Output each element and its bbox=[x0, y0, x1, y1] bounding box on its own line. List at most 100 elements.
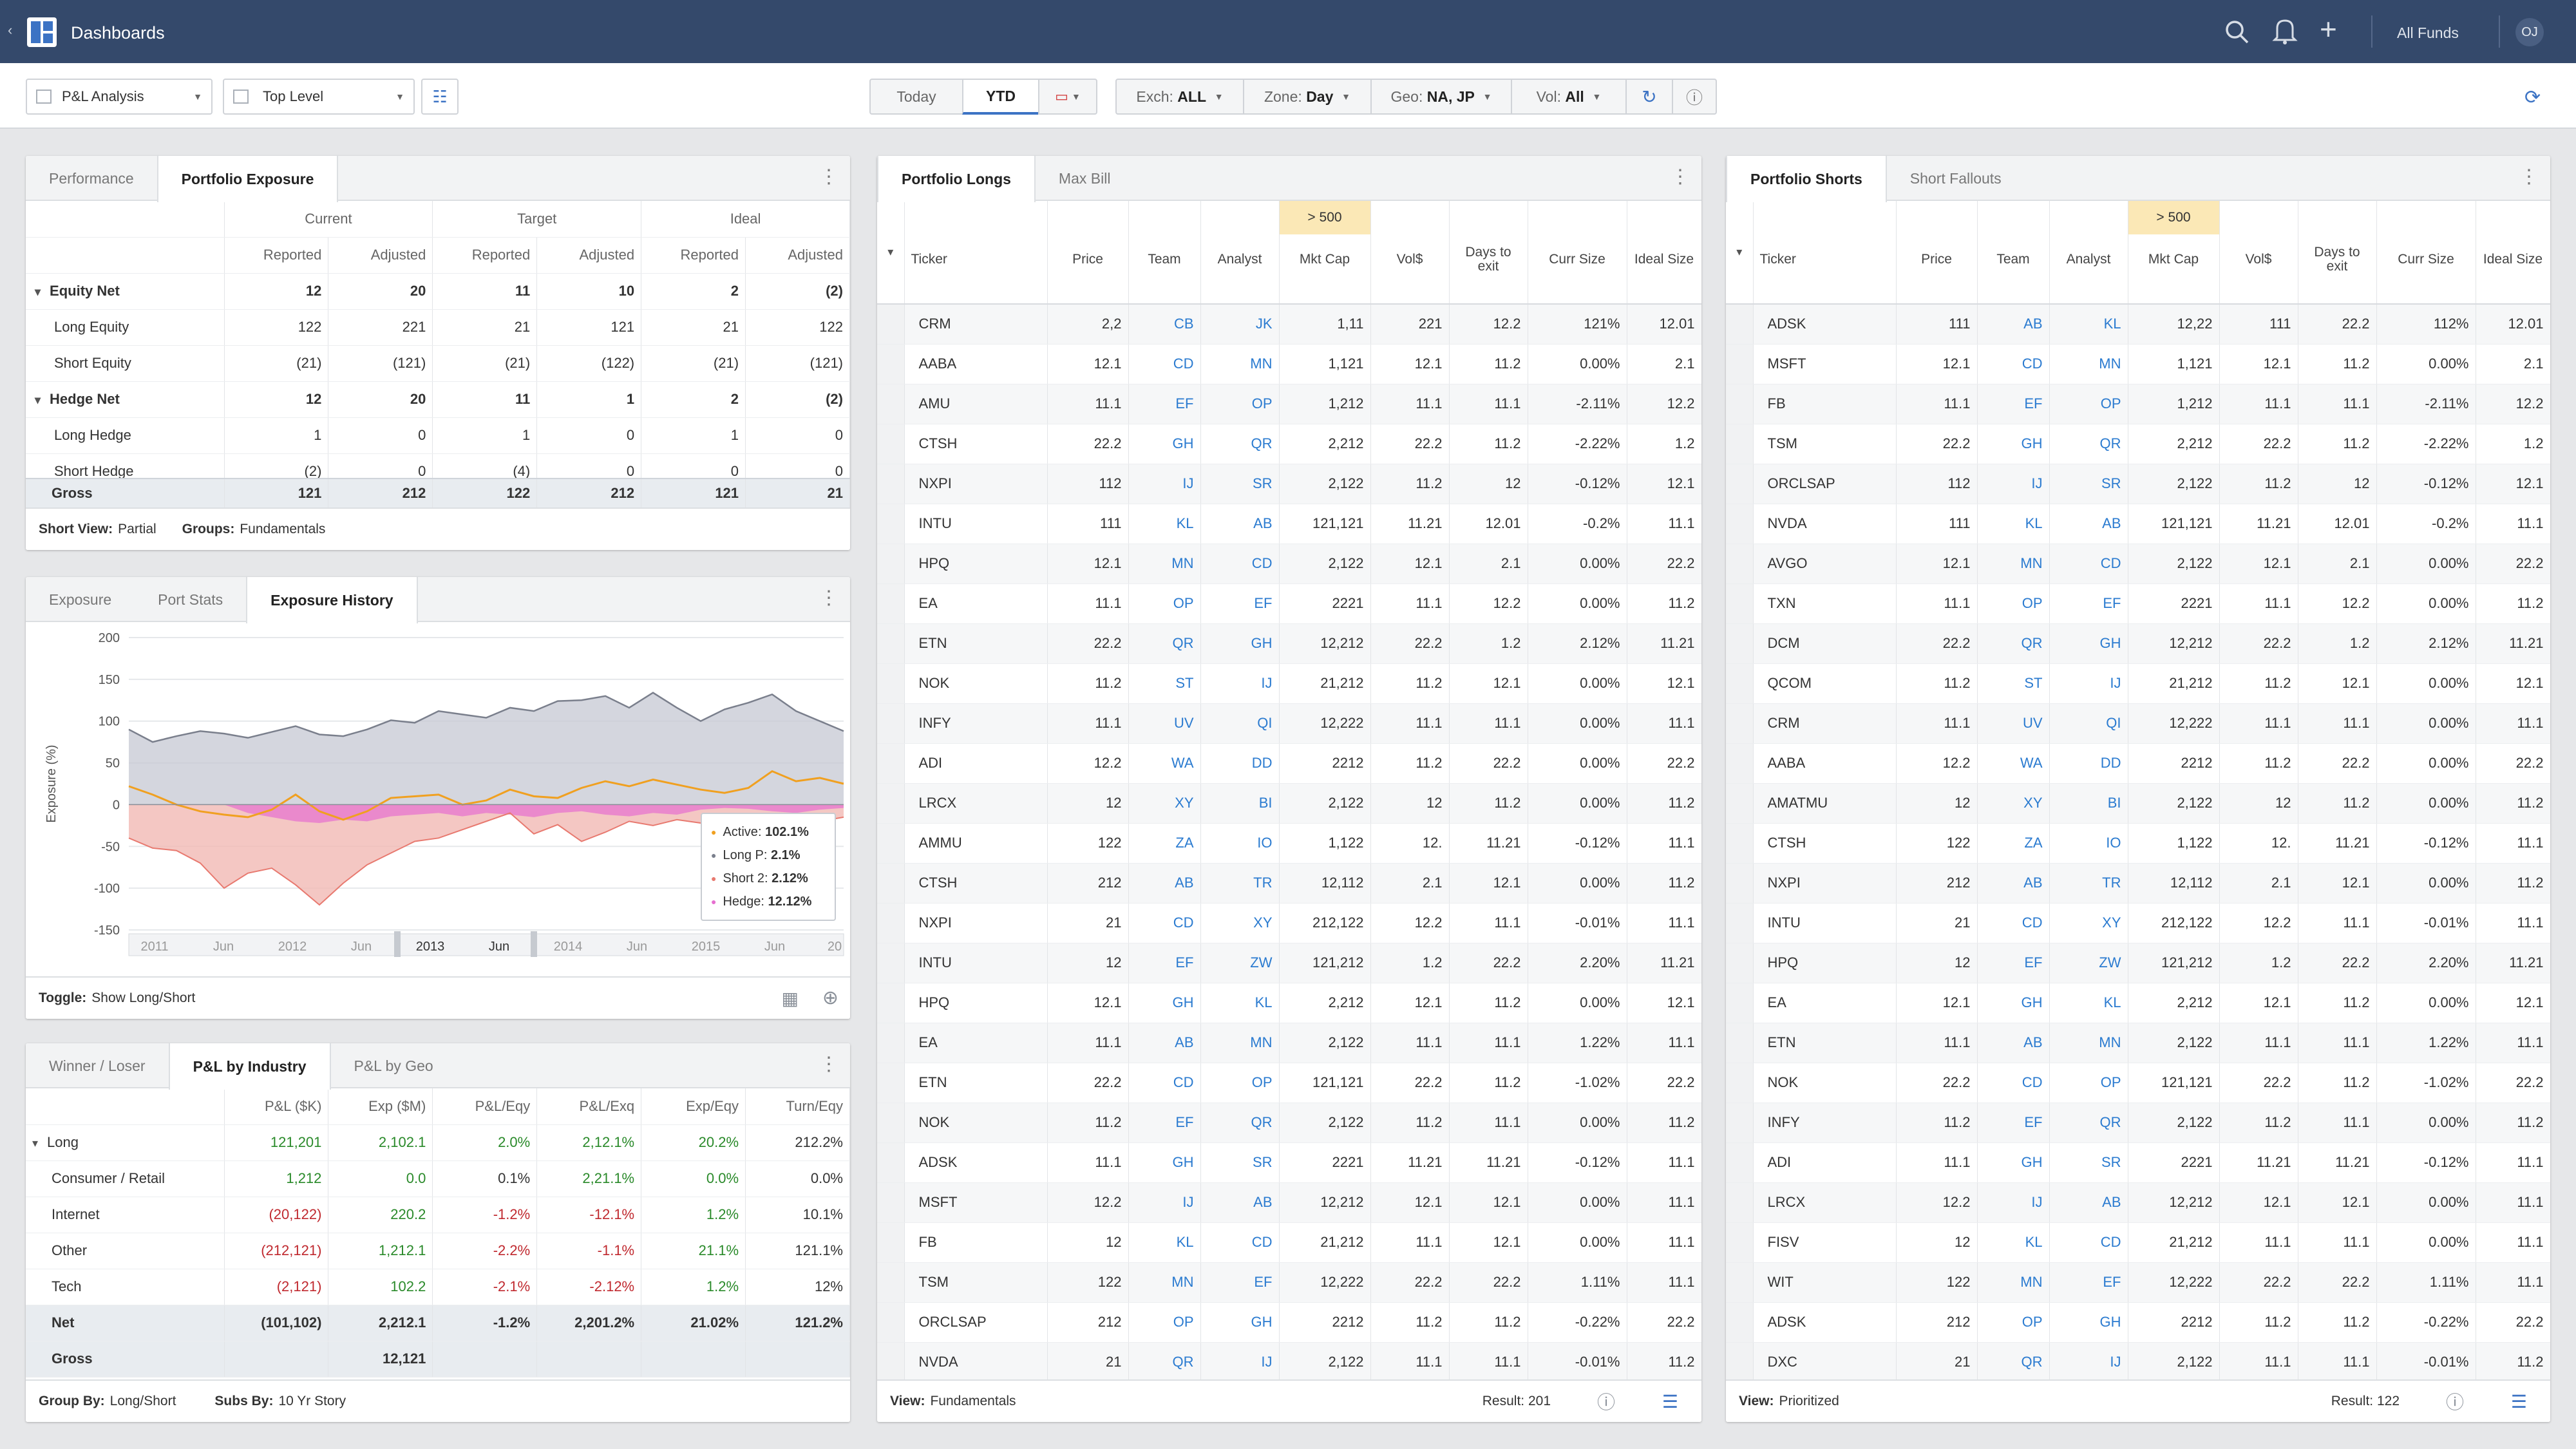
table-row[interactable]: AMATMU 12 XY BI 2,122 12 11.2 0.00% 11.2 bbox=[1726, 783, 2550, 824]
team-link[interactable]: IJ bbox=[1977, 1182, 2050, 1223]
analyst-link[interactable]: QR bbox=[2049, 1103, 2128, 1143]
analyst-link[interactable]: ZW bbox=[1200, 943, 1280, 983]
table-row[interactable]: ADSK 212 OP GH 2212 11.2 11.2 -0.22% 22.2 bbox=[1726, 1302, 2550, 1343]
tab-pnl-by-industry[interactable]: P&L by Industry bbox=[168, 1043, 331, 1090]
table-row[interactable]: ADI 11.1 GH SR 2221 11.21 11.21 -0.12% 11.1 bbox=[1726, 1142, 2550, 1183]
analyst-link[interactable]: MN bbox=[1200, 1023, 1280, 1063]
team-link[interactable]: XY bbox=[1977, 783, 2050, 824]
team-link[interactable]: QR bbox=[1977, 623, 2050, 664]
table-row[interactable]: Tech (2,121) 102.2 -2.1% -2.12% 1.2% 12% bbox=[26, 1269, 850, 1305]
table-row[interactable]: HPQ 12.1 GH KL 2,212 12.1 11.2 0.00% 12.1 bbox=[877, 983, 1701, 1023]
column-header[interactable]: Curr Size bbox=[1528, 201, 1627, 305]
team-link[interactable]: MN bbox=[1977, 544, 2050, 584]
table-row[interactable]: HPQ 12 EF ZW 121,212 1.2 22.2 2.20% 11.21 bbox=[1726, 943, 2550, 983]
table-row[interactable]: NOK 22.2 CD OP 121,121 22.2 11.2 -1.02% 22.2 bbox=[1726, 1063, 2550, 1103]
tab-short-fallouts[interactable]: Short Fallouts bbox=[1887, 156, 2025, 201]
table-row[interactable]: ADSK 11.1 GH SR 2221 11.21 11.21 -0.12% 11.1 bbox=[877, 1142, 1701, 1183]
team-link[interactable]: UV bbox=[1977, 703, 2050, 744]
team-link[interactable]: XY bbox=[1128, 783, 1201, 824]
analyst-link[interactable]: GH bbox=[1200, 1302, 1280, 1343]
team-link[interactable]: AB bbox=[1128, 863, 1201, 904]
subheader-reported[interactable]: Reported bbox=[432, 237, 538, 274]
team-link[interactable]: MN bbox=[1128, 544, 1201, 584]
team-link[interactable]: EF bbox=[1977, 943, 2050, 983]
analyst-link[interactable]: GH bbox=[2049, 1302, 2128, 1343]
analyst-link[interactable]: IJ bbox=[1200, 1342, 1280, 1383]
analyst-link[interactable]: GH bbox=[1200, 623, 1280, 664]
table-row[interactable]: DCM 22.2 QR GH 12,212 22.2 1.2 2.12% 11.21 bbox=[1726, 623, 2550, 664]
all-funds-link[interactable]: All Funds bbox=[2397, 24, 2459, 42]
column-header[interactable]: Price bbox=[1896, 201, 1978, 305]
table-row[interactable]: CTSH 22.2 GH QR 2,212 22.2 11.2 -2.22% 1.2 bbox=[877, 424, 1701, 464]
table-row[interactable]: INFY 11.2 EF QR 2,122 11.2 11.1 0.00% 11.2 bbox=[1726, 1103, 2550, 1143]
table-row[interactable]: NVDA 21 QR IJ 2,122 11.1 11.1 -0.01% 11.2 bbox=[877, 1342, 1701, 1383]
team-link[interactable]: GH bbox=[1128, 424, 1201, 464]
team-link[interactable]: CD bbox=[1977, 1063, 2050, 1103]
analyst-link[interactable]: SR bbox=[1200, 464, 1280, 504]
tab-pnl-by-geo[interactable]: P&L by Geo bbox=[331, 1043, 457, 1088]
team-link[interactable]: ST bbox=[1128, 663, 1201, 704]
vol-filter[interactable]: Vol: All ▼ bbox=[1511, 79, 1627, 115]
team-link[interactable]: OP bbox=[1977, 583, 2050, 624]
analyst-link[interactable]: ZW bbox=[2049, 943, 2128, 983]
analyst-link[interactable]: IO bbox=[1200, 823, 1280, 864]
team-link[interactable]: WA bbox=[1128, 743, 1201, 784]
team-link[interactable]: OP bbox=[1128, 583, 1201, 624]
expand-triangle-icon[interactable]: ▾ bbox=[35, 285, 41, 298]
column-header[interactable]: P&L/Exq bbox=[536, 1088, 642, 1125]
table-row[interactable]: ETN 22.2 CD OP 121,121 22.2 11.2 -1.02% 22.2 bbox=[877, 1063, 1701, 1103]
analyst-link[interactable]: IJ bbox=[2049, 663, 2128, 704]
team-link[interactable]: AB bbox=[1977, 863, 2050, 904]
analyst-link[interactable]: SR bbox=[2049, 1142, 2128, 1183]
table-view-icon[interactable]: ▦ bbox=[782, 988, 799, 1009]
team-link[interactable]: MN bbox=[1977, 1262, 2050, 1303]
column-header[interactable]: Analyst bbox=[1200, 201, 1280, 305]
team-link[interactable]: KL bbox=[1977, 504, 2050, 544]
hierarchy-button[interactable]: ☷ bbox=[421, 79, 459, 115]
table-row[interactable]: EA 11.1 OP EF 2221 11.1 12.2 0.00% 11.2 bbox=[877, 583, 1701, 624]
team-link[interactable]: GH bbox=[1977, 983, 2050, 1023]
dashboard-logo-icon[interactable] bbox=[27, 17, 57, 47]
team-link[interactable]: MN bbox=[1128, 1262, 1201, 1303]
subheader-reported[interactable]: Reported bbox=[641, 237, 746, 274]
column-header[interactable]: > 500 Mkt Cap bbox=[1279, 201, 1371, 305]
tab-port-stats[interactable]: Port Stats bbox=[135, 577, 246, 622]
analyst-link[interactable]: TR bbox=[2049, 863, 2128, 904]
column-header[interactable]: Ticker bbox=[904, 201, 1048, 305]
team-link[interactable]: QR bbox=[1128, 623, 1201, 664]
table-row[interactable]: NXPI 21 CD XY 212,122 12.2 11.1 -0.01% 11.1 bbox=[877, 903, 1701, 943]
analyst-link[interactable]: AB bbox=[2049, 1182, 2128, 1223]
table-row[interactable]: Other (212,121) 1,212.1 -2.2% -1.1% 21.1% 121.… bbox=[26, 1233, 850, 1269]
analyst-link[interactable]: QR bbox=[1200, 424, 1280, 464]
table-row[interactable]: ORCLSAP 112 IJ SR 2,122 11.2 12 -0.12% 12.1 bbox=[1726, 464, 2550, 504]
analyst-link[interactable]: OP bbox=[1200, 384, 1280, 424]
analyst-link[interactable]: KL bbox=[1200, 983, 1280, 1023]
analyst-link[interactable]: EF bbox=[1200, 1262, 1280, 1303]
table-row[interactable]: Long Hedge 1 0 1 0 1 0 bbox=[26, 417, 850, 454]
table-row[interactable]: ORCLSAP 212 OP GH 2212 11.2 11.2 -0.22% 22.2 bbox=[877, 1302, 1701, 1343]
column-header[interactable]: Vol$ bbox=[1370, 201, 1450, 305]
table-row[interactable]: Short Equity (21) (121) (21) (122) (21) (121) bbox=[26, 345, 850, 382]
footer-value[interactable]: Prioritized bbox=[1779, 1394, 1839, 1409]
analyst-link[interactable]: AB bbox=[1200, 504, 1280, 544]
table-row[interactable]: FB 12 KL CD 21,212 11.1 12.1 0.00% 11.1 bbox=[877, 1222, 1701, 1263]
team-link[interactable]: AB bbox=[1977, 1023, 2050, 1063]
column-header[interactable]: P&L/Eqy bbox=[432, 1088, 538, 1125]
analyst-link[interactable]: SR bbox=[2049, 464, 2128, 504]
sort-triangle-icon[interactable]: ▾ bbox=[877, 201, 905, 305]
table-row[interactable]: ETN 22.2 QR GH 12,212 22.2 1.2 2.12% 11.21 bbox=[877, 623, 1701, 664]
team-link[interactable]: QR bbox=[1128, 1342, 1201, 1383]
table-row[interactable]: AVGO 12.1 MN CD 2,122 12.1 2.1 0.00% 22.2 bbox=[1726, 544, 2550, 584]
team-link[interactable]: GH bbox=[1977, 424, 2050, 464]
table-row[interactable]: CTSH 122 ZA IO 1,122 12. 11.21 -0.12% 11.1 bbox=[1726, 823, 2550, 864]
table-row[interactable]: QCOM 11.2 ST IJ 21,212 11.2 12.1 0.00% 12.1 bbox=[1726, 663, 2550, 704]
table-row[interactable]: ETN 11.1 AB MN 2,122 11.1 11.1 1.22% 11.1 bbox=[1726, 1023, 2550, 1063]
table-row[interactable]: NVDA 111 KL AB 121,121 11.21 12.01 -0.2% 11.1 bbox=[1726, 504, 2550, 544]
team-link[interactable]: EF bbox=[1128, 384, 1201, 424]
footer-value[interactable]: Long/Short bbox=[110, 1394, 176, 1409]
column-header[interactable]: > 500 Mkt Cap bbox=[2128, 201, 2220, 305]
analyst-link[interactable]: GH bbox=[2049, 623, 2128, 664]
team-link[interactable]: AB bbox=[1977, 304, 2050, 345]
range-handle-right[interactable] bbox=[531, 931, 537, 957]
exch-filter[interactable]: Exch: ALL ▼ bbox=[1115, 79, 1244, 115]
